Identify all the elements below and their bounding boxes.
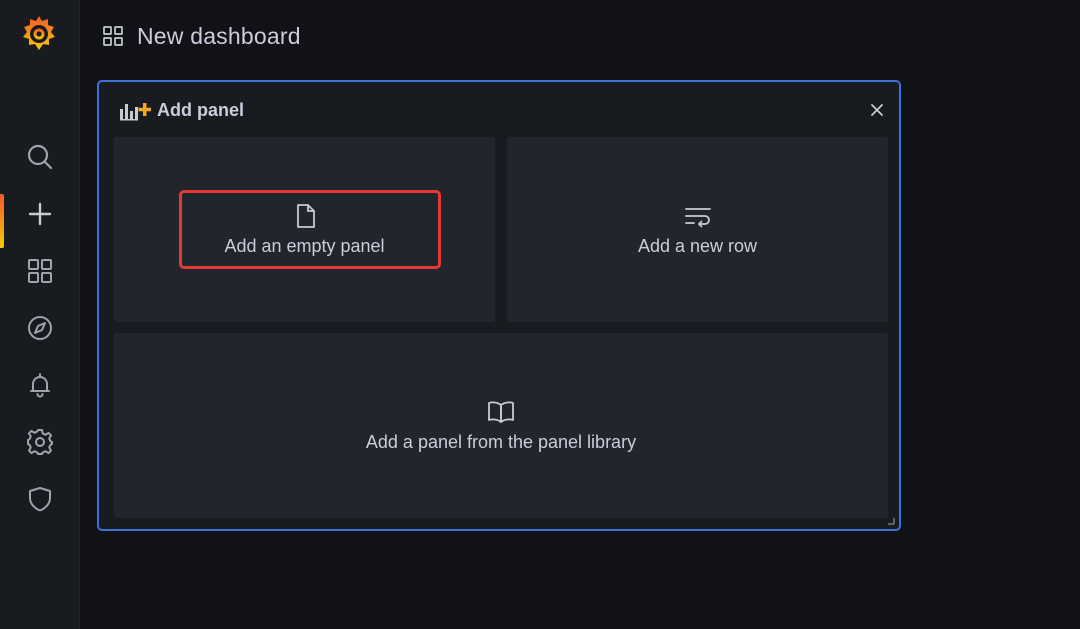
grafana-logo-icon[interactable] (19, 13, 59, 55)
sidebar (0, 0, 80, 629)
close-icon (871, 104, 883, 116)
bell-icon (29, 373, 50, 398)
add-new-row-label: Add a new row (637, 236, 758, 256)
apps-icon (27, 259, 52, 283)
add-panel-icon (120, 102, 151, 120)
add-library-panel-label: Add a panel from the panel library (365, 432, 637, 452)
sidebar-item-alerting[interactable] (0, 363, 79, 407)
compass-icon (27, 316, 52, 340)
wrap-text-icon (684, 208, 711, 228)
resize-handle-icon[interactable] (887, 517, 895, 525)
gear-icon (26, 429, 53, 455)
dashboard-header: New dashboard (102, 20, 301, 52)
sidebar-item-configuration[interactable] (0, 420, 79, 464)
panel-header: Add panel (119, 100, 244, 121)
sidebar-item-dashboards[interactable] (0, 249, 79, 293)
page-title[interactable]: New dashboard (137, 23, 301, 50)
book-open-icon (488, 401, 514, 423)
sidebar-item-explore[interactable] (0, 306, 79, 350)
apps-icon (103, 26, 123, 46)
close-button[interactable] (865, 98, 889, 122)
panel-title: Add panel (157, 100, 245, 120)
plus-icon (28, 202, 51, 226)
add-empty-panel-label: Add an empty panel (224, 236, 385, 256)
add-library-panel-button[interactable]: Add a panel from the panel library (114, 333, 888, 518)
shield-icon (28, 487, 51, 512)
add-panel-widget: Add panel Add an empty panel Add a new r… (97, 80, 901, 531)
sidebar-item-search[interactable] (0, 135, 79, 179)
file-icon (296, 204, 315, 228)
sidebar-item-create[interactable] (0, 192, 79, 248)
search-icon (27, 144, 52, 170)
add-empty-panel-button[interactable]: Add an empty panel (114, 137, 495, 322)
sidebar-item-server-admin[interactable] (0, 477, 79, 521)
add-new-row-button[interactable]: Add a new row (507, 137, 888, 322)
